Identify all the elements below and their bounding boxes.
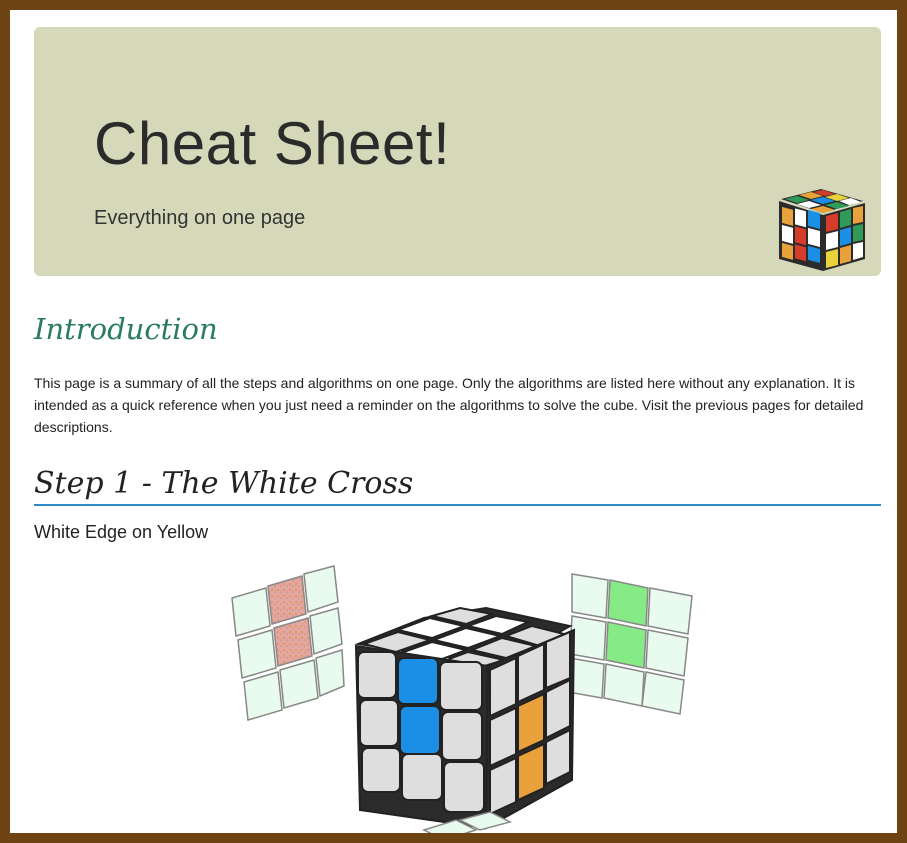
introduction-heading: Introduction <box>34 312 218 346</box>
section-divider <box>34 504 881 506</box>
step1-subheading: White Edge on Yellow <box>34 522 209 542</box>
header-banner: Cheat Sheet! Everything on one page <box>34 27 881 276</box>
step1-heading: Step 1 - The White Cross <box>34 466 414 501</box>
page-content: Cheat Sheet! Everything on one page Intr… <box>10 10 897 833</box>
introduction-text: This page is a summary of all the steps … <box>34 375 864 435</box>
page-subtitle: Everything on one page <box>94 207 306 229</box>
page-title: Cheat Sheet! <box>94 110 451 177</box>
rubiks-cube-icon <box>775 189 867 276</box>
cube-diagram-icon <box>210 558 710 833</box>
